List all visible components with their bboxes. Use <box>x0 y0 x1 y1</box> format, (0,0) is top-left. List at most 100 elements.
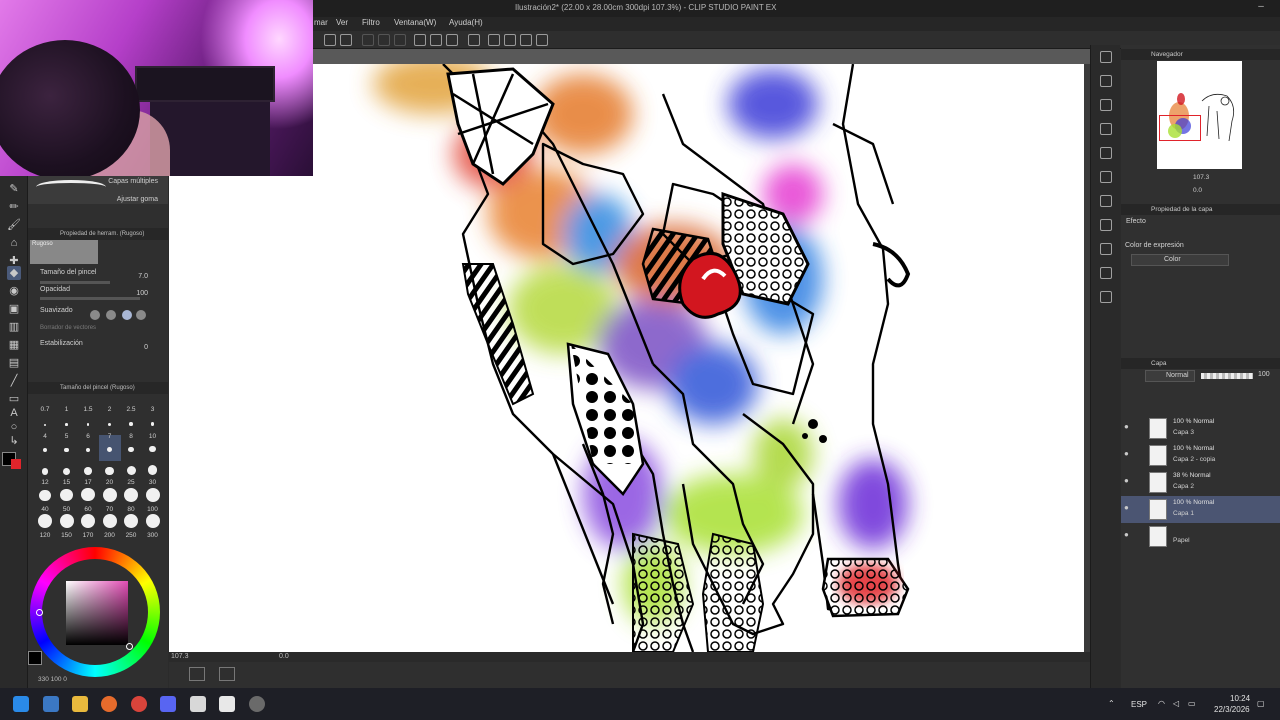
brush-size-slider[interactable] <box>40 281 110 284</box>
blend-mode-select[interactable]: Normal <box>1145 370 1195 382</box>
clip-studio-icon[interactable] <box>219 696 235 712</box>
obs-icon[interactable] <box>190 696 206 712</box>
brush-size-option[interactable]: 7 <box>98 433 121 461</box>
prop-brush-size-value[interactable]: 7.0 <box>138 273 148 280</box>
brush-size-option[interactable]: 80 <box>120 487 142 514</box>
visibility-eye-icon[interactable]: ● <box>1124 449 1129 458</box>
opacity-slider[interactable] <box>40 297 140 300</box>
brush-size-option[interactable]: 1 <box>56 406 78 434</box>
fill-icon[interactable] <box>324 34 336 46</box>
brush-size-option[interactable]: 1.5 <box>77 406 99 434</box>
brush-size-option[interactable]: 300 <box>142 514 164 540</box>
deselect-icon[interactable] <box>394 34 406 46</box>
brush-size-option[interactable]: 12 <box>34 461 56 487</box>
layer-row[interactable]: ● Papel <box>1121 523 1280 550</box>
navigator-view-frame[interactable] <box>1159 115 1201 141</box>
menu-item-filter[interactable]: Filtro <box>362 18 380 27</box>
sub-color-swatch[interactable] <box>11 459 21 469</box>
history-icon[interactable] <box>536 34 548 46</box>
brush-size-option[interactable]: 50 <box>56 488 78 514</box>
brush-name-multiple-layers[interactable]: Capas múltiples <box>108 178 158 185</box>
smoothing-option-1[interactable] <box>90 310 100 320</box>
layer-name[interactable]: Capa 2 - copia <box>1173 456 1215 463</box>
menu-item-window[interactable]: Ventana(W) <box>394 18 436 27</box>
visibility-eye-icon[interactable]: ● <box>1124 503 1129 512</box>
notification-icon[interactable]: ▢ <box>1257 699 1265 708</box>
brush-size-option[interactable]: 250 <box>120 514 142 540</box>
color-wheel[interactable] <box>30 547 160 677</box>
prop-opacity-value[interactable]: 100 <box>136 290 148 297</box>
ruler-tool-icon[interactable]: ▭ <box>7 392 21 406</box>
brush-size-option[interactable]: 4 <box>34 433 56 461</box>
fill-tool-icon[interactable]: ▣ <box>7 302 21 316</box>
brush-size-option[interactable]: 3 <box>142 406 164 434</box>
correct-line-tool-icon[interactable]: ↳ <box>7 434 21 448</box>
expression-color-select[interactable]: Color <box>1131 254 1229 266</box>
gradient-tool-icon[interactable]: ▥ <box>7 320 21 334</box>
clock-time[interactable]: 10:24 <box>1230 694 1250 703</box>
layer-name[interactable]: Capa 2 <box>1173 483 1194 490</box>
brush-size-option[interactable]: 15 <box>56 461 78 487</box>
brush-size-option[interactable]: 2.5 <box>120 406 142 434</box>
saturation-value-square[interactable] <box>66 581 128 645</box>
crop-icon[interactable] <box>340 34 352 46</box>
brush-size-option[interactable]: 150 <box>56 514 78 540</box>
frame-tool-icon[interactable]: ▤ <box>7 356 21 370</box>
line-tool-icon[interactable]: ╱ <box>7 374 21 388</box>
pencil-tool-icon[interactable]: ✏ <box>7 200 21 214</box>
brush-size-option[interactable]: 40 <box>34 488 56 514</box>
language-indicator[interactable]: ESP <box>1131 700 1147 709</box>
prop-vector-eraser-label[interactable]: Borrador de vectores <box>40 325 96 331</box>
layer-opacity-value[interactable]: 100 <box>1258 371 1270 378</box>
balloon-tool-icon[interactable]: ○ <box>7 420 21 434</box>
brush-size-option[interactable]: 0.7 <box>34 406 56 434</box>
item-bank-icon[interactable] <box>1100 267 1112 279</box>
brush-name-adjust-eraser[interactable]: Ajustar goma <box>117 196 158 203</box>
sv-marker[interactable] <box>126 643 133 650</box>
canvas-left-strip[interactable] <box>169 176 313 652</box>
volume-icon[interactable]: ◁ <box>1173 699 1179 708</box>
layer-row[interactable]: ● 100 % Normal Capa 1 <box>1121 496 1280 523</box>
brush-size-option[interactable]: 60 <box>77 488 99 514</box>
settings-icon[interactable] <box>488 34 500 46</box>
clock-date[interactable]: 22/3/2026 <box>1214 705 1250 714</box>
brush-size-option[interactable]: 2 <box>99 406 121 434</box>
layer-row[interactable]: ● 100 % Normal Capa 2 - copia <box>1121 442 1280 469</box>
status-rotation[interactable]: 0.0 <box>279 653 289 660</box>
brush-size-option[interactable]: 30 <box>142 461 164 487</box>
navigator-icon[interactable] <box>1100 75 1112 87</box>
layer-row[interactable]: ● 100 % Normal Capa 3 <box>1121 415 1280 442</box>
brush-size-option[interactable]: 17 <box>77 461 99 487</box>
firefox-icon[interactable] <box>101 696 117 712</box>
visibility-eye-icon[interactable]: ● <box>1124 476 1129 485</box>
brush-size-option[interactable]: 200 <box>99 514 121 540</box>
minimize-button[interactable]: – <box>1254 1 1268 12</box>
discord-icon[interactable] <box>160 696 176 712</box>
brush-size-option[interactable]: 170 <box>77 514 99 540</box>
start-icon[interactable] <box>13 696 29 712</box>
visibility-eye-icon[interactable]: ● <box>1124 422 1129 431</box>
search-icon[interactable] <box>1100 51 1112 63</box>
brush-size-option[interactable]: 70 <box>99 487 121 514</box>
pencil-icon[interactable] <box>446 34 458 46</box>
app-icon[interactable] <box>43 696 59 712</box>
wifi-icon[interactable]: ◠ <box>1158 699 1165 708</box>
color-set-icon[interactable] <box>1100 243 1112 255</box>
status-zoom[interactable]: 107.3 <box>171 653 189 660</box>
redo-icon[interactable] <box>520 34 532 46</box>
brush-size-option[interactable]: 6 <box>77 433 99 461</box>
battery-icon[interactable]: ▭ <box>1188 699 1196 708</box>
brush-size-option[interactable]: 20 <box>99 461 121 487</box>
smoothing-option-3[interactable] <box>122 310 132 320</box>
file-explorer-icon[interactable] <box>72 696 88 712</box>
current-color-swatch[interactable] <box>28 651 42 665</box>
new-view-icon[interactable] <box>219 667 235 681</box>
visibility-eye-icon[interactable]: ● <box>1124 530 1129 539</box>
navigator-rotation[interactable]: 0.0 <box>1193 187 1202 194</box>
select-all-icon[interactable] <box>378 34 390 46</box>
pen-icon[interactable] <box>414 34 426 46</box>
brush-tool-icon[interactable]: 🖌 <box>7 218 21 232</box>
blend-tool-icon[interactable]: ◉ <box>7 284 21 298</box>
pen-tool-icon[interactable]: ✎ <box>7 182 21 196</box>
auto-action-icon[interactable] <box>1100 219 1112 231</box>
